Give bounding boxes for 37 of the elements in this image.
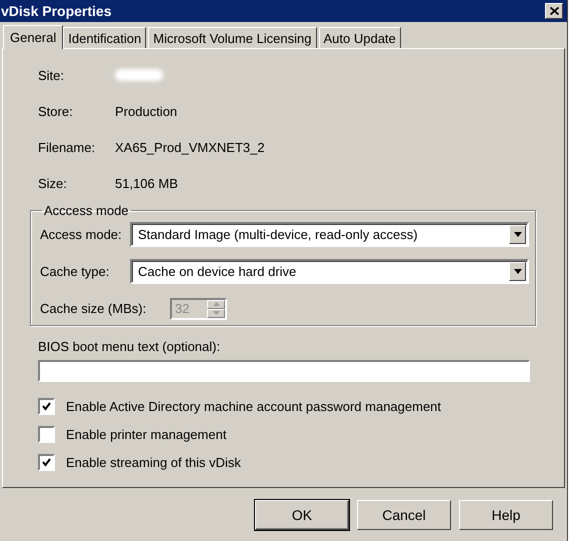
checkmark-icon	[42, 402, 51, 410]
close-icon	[550, 7, 558, 15]
dialog-button[interactable]: Help	[459, 500, 553, 530]
access-mode-dropdown[interactable]: Standard Image (multi-device, read-only access)	[130, 222, 529, 247]
field-label: Access mode:	[40, 227, 123, 242]
tab[interactable]: Identification	[63, 27, 146, 48]
checkbox[interactable]	[38, 398, 55, 414]
property-value: 51,106 MB	[115, 176, 178, 190]
checkbox-label: Enable printer management	[66, 426, 226, 442]
group-title: Acccess mode	[43, 203, 130, 218]
field-label: BIOS boot menu text (optional):	[38, 339, 222, 354]
field-label: Cache type:	[40, 264, 110, 279]
window-title: vDisk Properties	[1, 3, 112, 19]
dialog-button[interactable]: OK	[255, 500, 349, 530]
tab[interactable]: Microsoft Volume Licensing	[148, 27, 316, 48]
dialog-button[interactable]: Cancel	[357, 500, 451, 530]
close-button[interactable]	[545, 3, 563, 19]
bios-text-field[interactable]	[38, 360, 530, 382]
property-label: Filename:	[38, 140, 96, 154]
up-arrow-icon	[212, 302, 220, 306]
tab[interactable]: Auto Update	[318, 27, 401, 48]
property-label: Store:	[38, 104, 74, 118]
checkbox-label: Enable streaming of this vDisk	[66, 454, 241, 470]
property-label: Size:	[38, 176, 68, 190]
checkmark-icon	[42, 458, 51, 466]
cache-type-dropdown[interactable]: Cache on device hard drive	[130, 259, 529, 284]
property-value: XA65_Prod_VMXNET3_2	[115, 140, 265, 154]
checkbox-label: Enable Active Directory machine account password management	[66, 398, 442, 414]
field-label: Cache size (MBs):	[40, 301, 148, 316]
caret-icon	[514, 269, 522, 274]
property-value: Production	[115, 104, 178, 118]
tab[interactable]: General	[3, 25, 64, 49]
down-arrow-icon	[212, 311, 220, 315]
checkbox[interactable]	[38, 426, 55, 442]
caret-icon	[514, 232, 522, 237]
property-label: Site:	[38, 68, 66, 82]
checkbox[interactable]	[38, 454, 55, 470]
